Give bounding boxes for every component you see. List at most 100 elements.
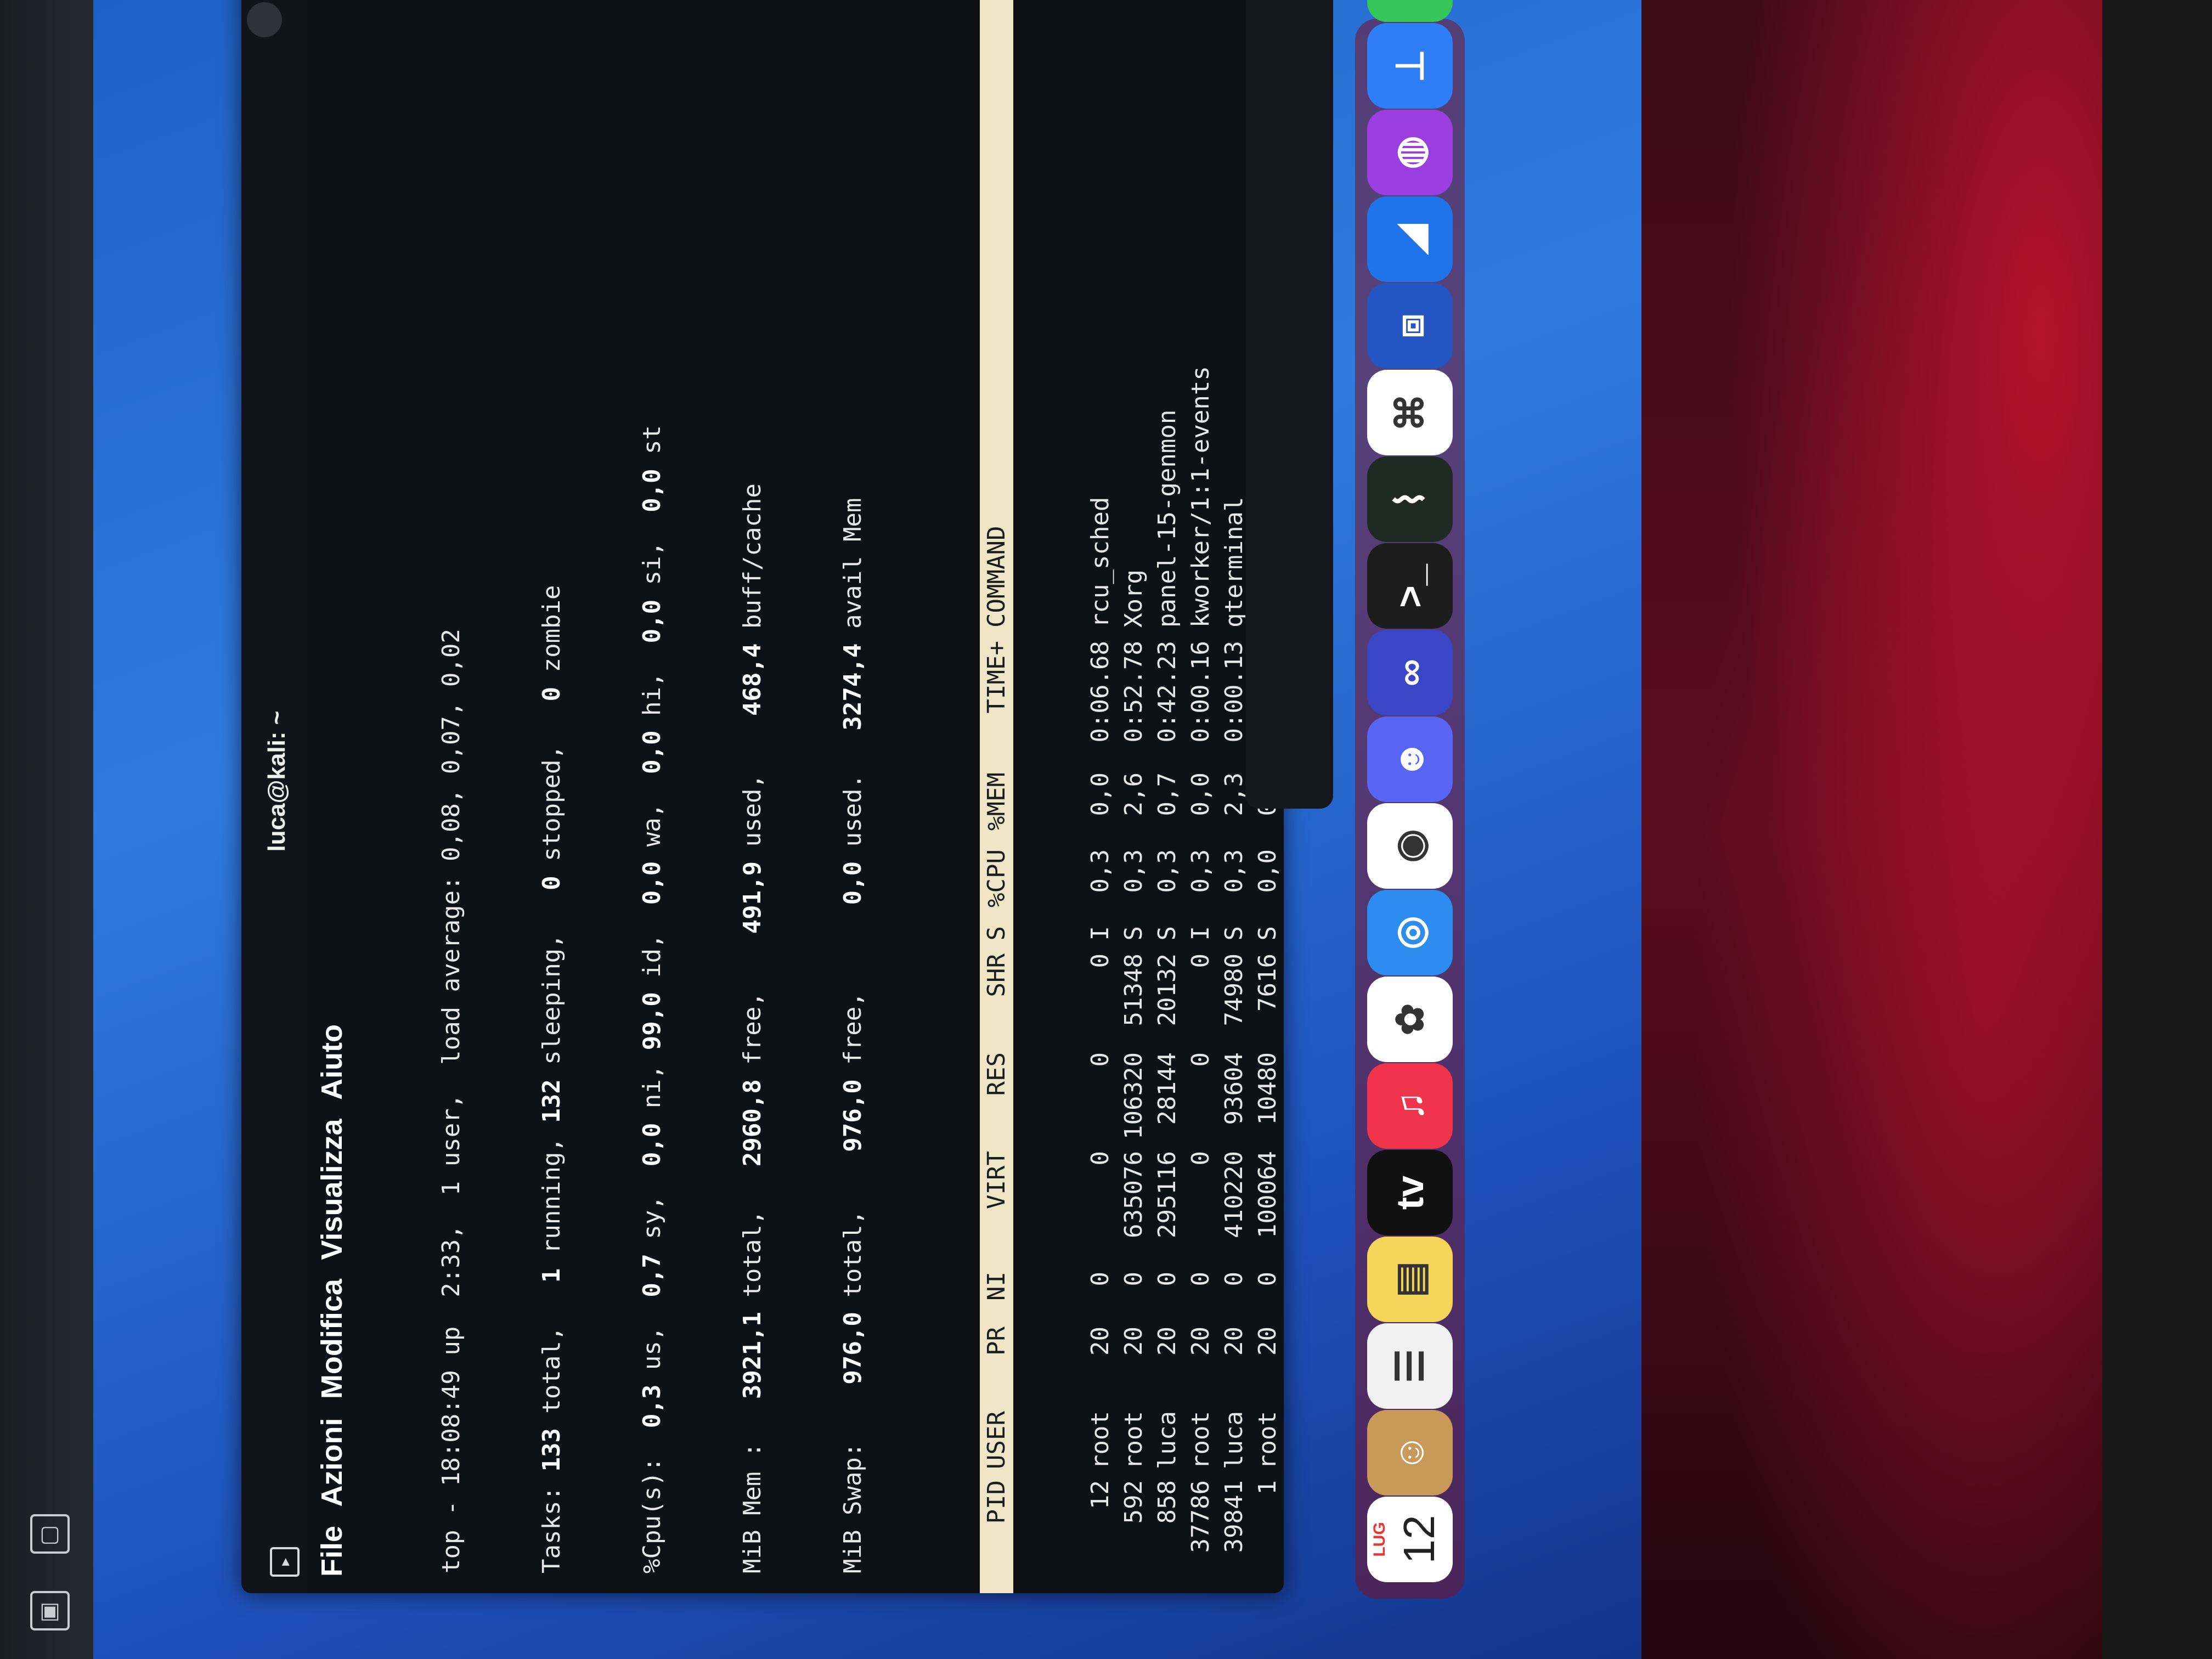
menu-file[interactable]: File [315,1526,349,1577]
column-header[interactable]: USER [980,1376,1013,1480]
menu-aiuto[interactable]: Aiuto [315,1024,349,1100]
table-cell: 20 [1086,1327,1114,1356]
tv-icon[interactable]: tv [1367,1150,1453,1235]
table-cell: 592 [1120,1480,1148,1524]
rotated-screen: ▸ luca@kali: ~ File Azioni Modifica Visu… [0,0,1659,1659]
table-cell: 0 [1120,1272,1148,1286]
cpu-line: %Cpu(s): 0,3 us, 0,7 sy, 0,0 ni, 99,0 id… [638,425,666,1573]
vmware-icon[interactable]: ⌘ [1367,370,1453,455]
table-cell: 0:42.23 [1153,641,1181,743]
table-cell: S [1153,926,1181,941]
table-cell: 0 [1220,1272,1248,1286]
table-cell: luca [1220,1411,1248,1469]
music-icon[interactable]: ♫ [1367,1063,1453,1149]
tasks-line: Tasks: 133 total, 1 running, 132 sleepin… [538,585,566,1573]
table-row: 37786 root 20 0 0 0 0 I 0,3 0,0 0:00.16 kworker/1:1… [1184,0,1217,1573]
table-cell: 106320 [1120,1052,1148,1139]
calendar-day: 12 [1395,1515,1443,1564]
podcasts-icon[interactable]: ◍ [1367,110,1453,195]
table-cell: S [1220,926,1248,941]
close-icon[interactable] [247,2,282,37]
table-cell: root [1086,1411,1114,1469]
table-cell: root [1254,1411,1282,1469]
column-header[interactable]: PID [980,1480,1013,1573]
table-cell: 0 [1187,953,1215,968]
table-cell: 1 [1254,1480,1282,1495]
table-cell: 100064 [1254,1151,1282,1238]
table-cell: 20 [1220,1327,1248,1356]
dock: LUG 12 ☺☰▤tv♫✿◎◉☻∞>_⌇⌘⧈◢◍⊥▮ [1355,0,1465,1599]
column-header[interactable]: %MEM [980,772,1013,849]
contacts-icon[interactable]: ☺ [1367,1410,1453,1496]
blue-app-icon[interactable]: ◢ [1367,196,1453,282]
column-header[interactable]: SHR [980,953,1013,1052]
chrome-icon[interactable]: ◉ [1367,803,1453,889]
table-cell: 635076 [1120,1151,1148,1238]
table-cell: rcu_sched [1086,496,1114,628]
table-cell: 0:06.68 [1086,641,1114,743]
table-cell: 0,3 [1153,849,1181,893]
column-header[interactable]: %CPU [980,849,1013,926]
table-cell: 12 [1086,1480,1114,1509]
menu-modifica[interactable]: Modifica [315,1279,349,1399]
table-cell: 410220 [1220,1151,1248,1238]
table-cell: 51348 [1120,953,1148,1026]
terminal-window[interactable]: ▸ luca@kali: ~ File Azioni Modifica Visu… [241,0,1284,1593]
menu-bar: File Azioni Modifica Visualizza Aiuto [307,0,357,1593]
column-header[interactable]: TIME+ [980,641,1013,772]
table-cell: Xorg [1120,569,1148,628]
table-cell: 93604 [1220,1052,1248,1125]
terminal-output[interactable]: top - 18:08:49 up 2:33, 1 user, load ave… [368,0,1282,1593]
table-cell: 0 [1187,1272,1215,1286]
table-cell: 0,3 [1220,849,1248,893]
table-cell: 858 [1153,1480,1181,1524]
table-cell: 0 [1254,1272,1282,1286]
table-cell: 39841 [1220,1480,1248,1553]
window-title: luca@kali: ~ [263,710,290,852]
column-header[interactable]: S [980,926,1013,953]
table-row: 858 luca 20 0 295116 28144 20132 S 0,3 0,7 0:42.23… [1150,0,1184,1573]
keynote-icon[interactable]: ⊥ [1367,23,1453,109]
table-cell: 0,3 [1086,849,1114,893]
column-header[interactable]: COMMAND [980,526,1013,641]
network-icon[interactable]: ⧈ [1367,283,1453,369]
table-cell: 0 [1086,1151,1114,1166]
photos-icon[interactable]: ✿ [1367,977,1453,1062]
column-header[interactable]: VIRT [980,1151,1013,1272]
table-cell: 0,3 [1120,849,1148,893]
column-header[interactable]: RES [980,1052,1013,1151]
reminders-icon[interactable]: ☰ [1367,1323,1453,1409]
swap-line: MiB Swap: 976,0 total, 976,0 free, 0,0 u… [839,498,867,1573]
table-cell: root [1187,1411,1215,1469]
dark-overlay-panel [1245,0,1333,809]
notes-icon[interactable]: ▤ [1367,1237,1453,1322]
table-cell: 10480 [1254,1052,1282,1125]
numbers-icon[interactable]: ▮ [1367,0,1453,22]
calendar-month: LUG [1370,1522,1389,1557]
table-cell: 28144 [1153,1052,1181,1125]
window-titlebar[interactable]: ▸ luca@kali: ~ [241,0,307,1593]
discord-icon[interactable]: ☻ [1367,716,1453,802]
column-header[interactable]: PR [980,1327,1013,1376]
calendar-icon[interactable]: LUG 12 [1367,1497,1453,1582]
table-cell: 20 [1187,1327,1215,1356]
table-cell: 295116 [1153,1151,1181,1238]
terminal-icon[interactable]: >_ [1367,543,1453,629]
table-cell: S [1254,926,1282,941]
table-cell: 0,0 [1254,849,1282,893]
table-cell: root [1120,1411,1148,1469]
table-cell: kworker/1:1-events [1187,366,1215,628]
table-cell: 20 [1120,1327,1148,1356]
menu-visualizza[interactable]: Visualizza [315,1119,349,1260]
column-header[interactable]: NI [980,1272,1013,1327]
table-cell: 20 [1153,1327,1181,1356]
table-row: 12 root 20 0 0 0 0 I 0,3 0,0 0:06.68 rcu_sched [1084,0,1117,1573]
menu-azioni[interactable]: Azioni [315,1418,349,1507]
table-cell: 0:52.78 [1120,641,1148,743]
safari-icon[interactable]: ◎ [1367,890,1453,975]
activity-monitor-icon[interactable]: ⌇ [1367,456,1453,542]
table-cell: 0,3 [1187,849,1215,893]
teams-icon[interactable]: ∞ [1367,630,1453,715]
mem-line: MiB Mem : 3921,1 total, 2960,8 free, 491… [738,483,766,1573]
table-cell: 20132 [1153,953,1181,1026]
